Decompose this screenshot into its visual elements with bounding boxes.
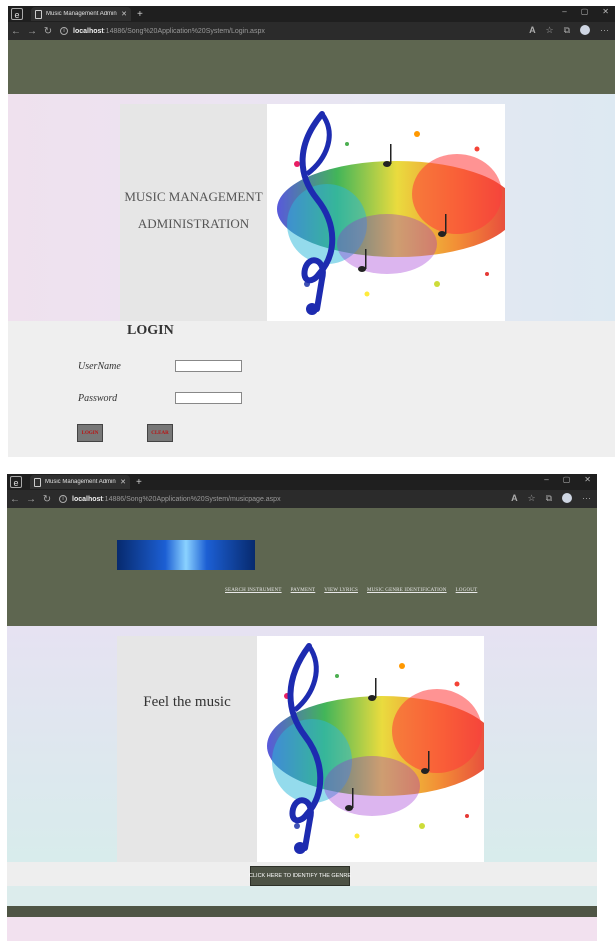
browser-tab[interactable]: Music Management Administrat ✕ (30, 475, 130, 489)
address-bar: ← → ↻ i localhost:14886/Song%20Applicati… (7, 490, 597, 508)
url-field[interactable]: i localhost:14886/Song%20Application%20S… (59, 495, 281, 503)
browser-toolbar: 𝐀 ☆ ⧉ ··· (511, 493, 591, 504)
login-form: LOGIN UserName Password LOGIN CLEAR (8, 321, 615, 457)
browser-tab-strip: e Music Management Administrat ✕ + – ▢ ✕ (8, 6, 615, 22)
clear-button[interactable]: CLEAR (147, 424, 173, 442)
music-splash-image (267, 643, 484, 854)
page-bottom (7, 917, 597, 941)
forward-icon[interactable]: → (23, 494, 39, 505)
favorite-icon[interactable]: ☆ (545, 25, 553, 36)
username-input[interactable] (175, 360, 242, 372)
nav-payment[interactable]: PAYMENT (291, 588, 316, 593)
profile-icon[interactable] (562, 493, 572, 503)
url-host: localhost (73, 27, 104, 35)
window-controls: – ▢ ✕ (544, 475, 591, 484)
back-icon[interactable]: ← (7, 494, 23, 505)
site-header: SEARCH INSTRUMENT PAYMENT VIEW LYRICS MU… (7, 508, 597, 626)
password-label: Password (78, 393, 118, 404)
nav-music-genre-identification[interactable]: MUSIC GENRE IDENTIFICATION (367, 588, 447, 593)
site-footer (7, 906, 597, 917)
profile-icon[interactable] (580, 25, 590, 35)
site-header (8, 40, 615, 94)
more-icon[interactable]: ··· (582, 493, 591, 504)
music-artwork (267, 104, 505, 321)
hero-section: Feel the music (7, 626, 597, 862)
refresh-icon[interactable]: ↻ (40, 26, 56, 37)
back-icon[interactable]: ← (8, 26, 24, 37)
music-splash-image (277, 111, 505, 315)
music-artwork (257, 636, 484, 862)
url-path: :14886/Song%20Application%20System/music… (102, 495, 281, 503)
read-aloud-icon[interactable]: 𝐀 (511, 493, 517, 504)
login-button[interactable]: LOGIN (77, 424, 103, 442)
brand-line-1: MUSIC MANAGEMENT (124, 189, 263, 204)
tab-title: Music Management Administrat (45, 479, 116, 485)
tagline-panel: Feel the music (117, 636, 257, 862)
music-page-screenshot: e Music Management Administrat ✕ + – ▢ ✕… (7, 474, 597, 941)
read-aloud-icon[interactable]: 𝐀 (529, 25, 535, 36)
minimize-button[interactable]: – (544, 475, 548, 484)
more-icon[interactable]: ··· (600, 25, 609, 36)
close-window-button[interactable]: ✕ (584, 475, 591, 484)
url-field[interactable]: i localhost:14886/Song%20Application%20S… (60, 27, 265, 35)
site-logo-banner (117, 540, 255, 570)
maximize-button[interactable]: ▢ (581, 7, 589, 16)
page-icon (34, 477, 41, 487)
edge-app-icon[interactable]: e (11, 8, 23, 20)
brand-panel: MUSIC MANAGEMENT ADMINISTRATION (120, 104, 267, 321)
forward-icon[interactable]: → (24, 26, 40, 37)
login-screenshot: e Music Management Administrat ✕ + – ▢ ✕… (8, 6, 615, 457)
maximize-button[interactable]: ▢ (563, 475, 571, 484)
close-tab-icon[interactable]: ✕ (120, 478, 126, 486)
login-heading: LOGIN (127, 323, 174, 338)
browser-tab[interactable]: Music Management Administrat ✕ (31, 7, 131, 21)
window-controls: – ▢ ✕ (562, 7, 609, 16)
page-icon (35, 9, 42, 19)
nav-logout[interactable]: LOGOUT (456, 588, 478, 593)
minimize-button[interactable]: – (562, 7, 566, 16)
username-label: UserName (78, 361, 121, 372)
main-nav: SEARCH INSTRUMENT PAYMENT VIEW LYRICS MU… (225, 588, 477, 593)
nav-search-instrument[interactable]: SEARCH INSTRUMENT (225, 588, 282, 593)
identify-genre-button[interactable]: CLICK HERE TO IDENTIFY THE GENRE (249, 866, 351, 886)
browser-tab-strip: e Music Management Administrat ✕ + – ▢ ✕ (7, 474, 597, 490)
info-icon[interactable]: i (60, 27, 68, 35)
info-icon[interactable]: i (59, 495, 67, 503)
close-tab-icon[interactable]: ✕ (121, 10, 127, 18)
hero-section: MUSIC MANAGEMENT ADMINISTRATION (8, 94, 615, 321)
url-path: :14886/Song%20Application%20System/Login… (103, 27, 265, 35)
edge-app-icon[interactable]: e (10, 476, 22, 488)
nav-view-lyrics[interactable]: VIEW LYRICS (324, 588, 358, 593)
close-window-button[interactable]: ✕ (602, 7, 609, 16)
address-bar: ← → ↻ i localhost:14886/Song%20Applicati… (8, 22, 615, 40)
url-host: localhost (72, 495, 103, 503)
tab-title: Music Management Administrat (46, 11, 117, 17)
brand-line-2: ADMINISTRATION (137, 216, 250, 231)
favorite-icon[interactable]: ☆ (527, 493, 535, 504)
refresh-icon[interactable]: ↻ (39, 494, 55, 505)
new-tab-button[interactable]: + (136, 477, 142, 488)
collections-icon[interactable]: ⧉ (564, 25, 570, 36)
new-tab-button[interactable]: + (137, 9, 143, 20)
password-input[interactable] (175, 392, 242, 404)
browser-toolbar: 𝐀 ☆ ⧉ ··· (529, 25, 609, 36)
tagline: Feel the music (143, 694, 231, 710)
collections-icon[interactable]: ⧉ (546, 493, 552, 504)
content-strip (7, 886, 597, 906)
